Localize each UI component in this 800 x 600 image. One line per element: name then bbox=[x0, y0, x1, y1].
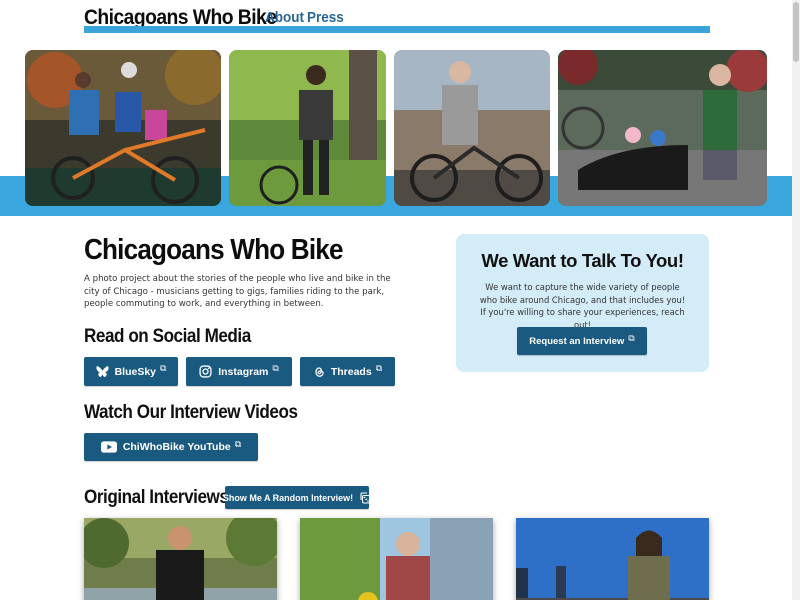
external-link-icon: ⧉ bbox=[160, 363, 167, 373]
external-link-icon: ⧉ bbox=[628, 332, 635, 343]
interview-card[interactable] bbox=[516, 518, 709, 600]
threads-label: Threads bbox=[330, 365, 372, 378]
hero-photo-family bbox=[25, 50, 221, 206]
social-heading: Read on Social Media bbox=[84, 326, 251, 347]
page-scrollbar[interactable] bbox=[792, 0, 800, 600]
threads-icon bbox=[315, 367, 324, 377]
youtube-button[interactable]: ChiWhoBike YouTube ⧉ bbox=[84, 433, 258, 461]
hero-photo-rider-park bbox=[229, 50, 386, 206]
request-interview-label: Request an Interview bbox=[529, 335, 625, 347]
interview-photo bbox=[516, 518, 709, 600]
nav-link-press[interactable]: Press bbox=[307, 9, 344, 26]
external-link-icon: ⧉ bbox=[272, 363, 279, 373]
dice-icon bbox=[360, 491, 371, 504]
hero-photo-older-rider bbox=[394, 50, 550, 206]
site-header: Chicagoans Who Bike About Press bbox=[84, 4, 710, 33]
talk-description: We want to capture the wide variety of p… bbox=[479, 282, 686, 330]
interview-photo bbox=[300, 518, 493, 600]
threads-button[interactable]: Threads ⧉ bbox=[300, 357, 395, 386]
scrollbar-thumb[interactable] bbox=[793, 2, 799, 62]
youtube-label: ChiWhoBike YouTube bbox=[122, 441, 231, 453]
interview-photo bbox=[84, 518, 277, 600]
videos-heading: Watch Our Interview Videos bbox=[84, 402, 298, 423]
instagram-label: Instagram bbox=[218, 365, 269, 378]
request-interview-button[interactable]: Request an Interview ⧉ bbox=[517, 327, 647, 355]
external-link-icon: ⧉ bbox=[375, 363, 383, 373]
talk-to-you-card: We Want to Talk To You! We want to captu… bbox=[456, 234, 709, 372]
bluesky-label: BlueSky bbox=[114, 365, 156, 378]
bluesky-button[interactable]: BlueSky ⧉ bbox=[84, 357, 178, 386]
instagram-icon bbox=[199, 365, 212, 378]
random-interview-label: Show Me A Random Interview! bbox=[222, 492, 354, 503]
header-accent-bar bbox=[84, 26, 710, 33]
original-interviews-heading: Original Interviews bbox=[84, 487, 229, 508]
interview-card[interactable] bbox=[84, 518, 277, 600]
nav-link-about[interactable]: About bbox=[265, 9, 304, 26]
talk-title: We Want to Talk To You! bbox=[481, 250, 684, 271]
external-link-icon: ⧉ bbox=[234, 438, 242, 449]
page-title: Chicagoans Who Bike bbox=[84, 234, 344, 266]
youtube-icon bbox=[100, 441, 117, 453]
interview-card[interactable] bbox=[300, 518, 493, 600]
butterfly-icon bbox=[95, 365, 109, 377]
instagram-button[interactable]: Instagram ⧉ bbox=[186, 357, 292, 386]
hero-photo-cargo-family bbox=[558, 50, 767, 206]
intro-description: A photo project about the stories of the… bbox=[84, 274, 391, 309]
random-interview-button[interactable]: Show Me A Random Interview! bbox=[222, 486, 371, 509]
